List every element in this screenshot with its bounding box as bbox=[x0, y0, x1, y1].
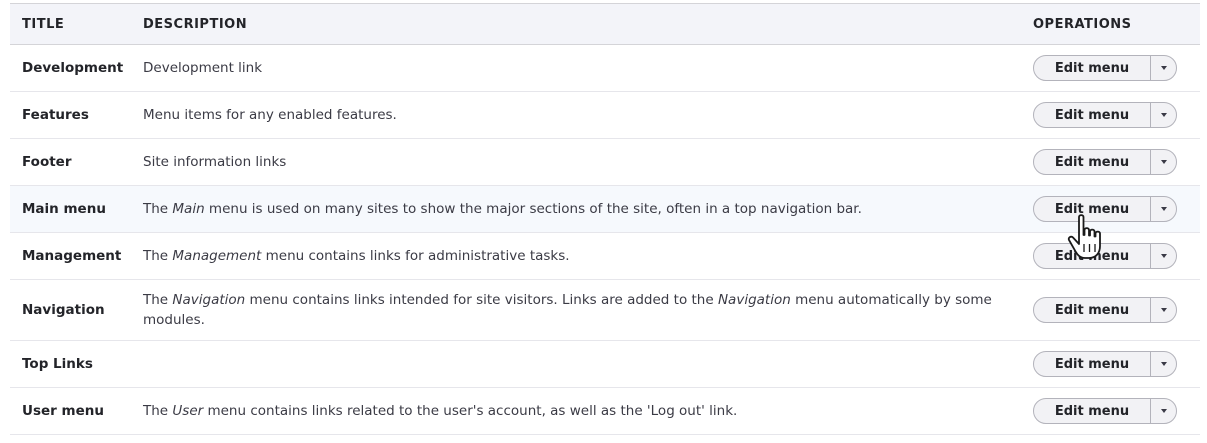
dropbutton-toggle[interactable] bbox=[1151, 197, 1176, 221]
edit-menu-dropbutton[interactable]: Edit menu bbox=[1033, 55, 1177, 81]
table-header: TITLE DESCRIPTION OPERATIONS bbox=[10, 3, 1200, 45]
edit-menu-dropbutton[interactable]: Edit menu bbox=[1033, 243, 1177, 269]
menu-title: User menu bbox=[22, 403, 104, 419]
menu-description: The User menu contains links related to … bbox=[131, 388, 1021, 435]
description-emphasis: User bbox=[172, 403, 204, 419]
menu-description: The Main menu is used on many sites to s… bbox=[131, 186, 1021, 233]
chevron-down-icon bbox=[1160, 362, 1167, 366]
edit-menu-button[interactable]: Edit menu bbox=[1034, 197, 1151, 221]
menu-title: Development bbox=[22, 60, 124, 76]
edit-menu-dropbutton[interactable]: Edit menu bbox=[1033, 398, 1177, 424]
chevron-down-icon bbox=[1160, 308, 1167, 312]
chevron-down-icon bbox=[1160, 207, 1167, 211]
menu-title: Navigation bbox=[22, 302, 105, 318]
dropbutton-toggle[interactable] bbox=[1151, 103, 1176, 127]
edit-menu-button[interactable]: Edit menu bbox=[1034, 399, 1151, 423]
column-header-description: DESCRIPTION bbox=[143, 16, 248, 32]
chevron-down-icon bbox=[1160, 66, 1167, 70]
chevron-down-icon bbox=[1160, 409, 1167, 413]
dropbutton-toggle[interactable] bbox=[1151, 150, 1176, 174]
edit-menu-button[interactable]: Edit menu bbox=[1034, 244, 1151, 268]
menu-description: Site information links bbox=[131, 139, 1021, 186]
menu-description: Development link bbox=[131, 45, 1021, 92]
description-emphasis: Navigation bbox=[172, 292, 246, 308]
menus-table: TITLE DESCRIPTION OPERATIONS Development… bbox=[10, 3, 1200, 435]
column-header-operations: OPERATIONS bbox=[1033, 16, 1132, 32]
edit-menu-button[interactable]: Edit menu bbox=[1034, 150, 1151, 174]
description-text: menu is used on many sites to show the m… bbox=[204, 201, 862, 217]
description-text: menu contains links for administrative t… bbox=[261, 248, 570, 264]
table-row: Navigation The Navigation menu contains l… bbox=[10, 280, 1200, 341]
description-text: The bbox=[143, 201, 173, 217]
table-row: Footer Site information links Edit menu bbox=[10, 139, 1200, 186]
menu-description: The Management menu contains links for a… bbox=[131, 233, 1021, 280]
operations-cell: Edit menu bbox=[1021, 92, 1200, 139]
chevron-down-icon bbox=[1160, 160, 1167, 164]
description-text: menu contains links intended for site vi… bbox=[245, 292, 718, 308]
dropbutton-toggle[interactable] bbox=[1151, 244, 1176, 268]
edit-menu-dropbutton[interactable]: Edit menu bbox=[1033, 297, 1177, 323]
menu-description: The Navigation menu contains links inten… bbox=[131, 280, 1021, 341]
description-emphasis: Management bbox=[172, 248, 262, 264]
dropbutton-toggle[interactable] bbox=[1151, 298, 1176, 322]
dropbutton-toggle[interactable] bbox=[1151, 352, 1176, 376]
operations-cell: Edit menu bbox=[1021, 341, 1200, 388]
description-text: Site information links bbox=[143, 154, 287, 170]
dropbutton-toggle[interactable] bbox=[1151, 56, 1176, 80]
edit-menu-button[interactable]: Edit menu bbox=[1034, 56, 1151, 80]
table-row: Management The Management menu contains l… bbox=[10, 233, 1200, 280]
operations-cell: Edit menu bbox=[1021, 139, 1200, 186]
menu-title: Main menu bbox=[22, 201, 106, 217]
table-row: Top Links Edit menu bbox=[10, 341, 1200, 388]
menu-description: Menu items for any enabled features. bbox=[131, 92, 1021, 139]
dropbutton-toggle[interactable] bbox=[1151, 399, 1176, 423]
edit-menu-dropbutton[interactable]: Edit menu bbox=[1033, 351, 1177, 377]
description-text: The bbox=[143, 403, 173, 419]
description-text: Development link bbox=[143, 60, 263, 76]
description-text: The bbox=[143, 248, 173, 264]
description-emphasis: Navigation bbox=[717, 292, 791, 308]
description-text: The bbox=[143, 292, 173, 308]
edit-menu-button[interactable]: Edit menu bbox=[1034, 298, 1151, 322]
menu-description bbox=[131, 341, 1021, 388]
table-row: User menu The User menu contains links re… bbox=[10, 388, 1200, 435]
table-row: Main menu The Main menu is used on many s… bbox=[10, 185, 1200, 233]
chevron-down-icon bbox=[1160, 254, 1167, 258]
menu-title: Management bbox=[22, 248, 122, 264]
menu-title: Top Links bbox=[22, 356, 93, 372]
description-text: Menu items for any enabled features. bbox=[143, 107, 397, 123]
table-row: Features Menu items for any enabled featu… bbox=[10, 92, 1200, 139]
operations-cell: Edit menu bbox=[1021, 233, 1200, 280]
edit-menu-button[interactable]: Edit menu bbox=[1034, 352, 1151, 376]
operations-cell: Edit menu bbox=[1021, 45, 1200, 92]
table-body: Development Development link Edit menu Feat… bbox=[10, 45, 1200, 435]
edit-menu-button[interactable]: Edit menu bbox=[1034, 103, 1151, 127]
description-text: menu contains links related to the user'… bbox=[203, 403, 738, 419]
description-emphasis: Main bbox=[172, 201, 205, 217]
operations-cell: Edit menu bbox=[1021, 186, 1200, 233]
menus-table-container: TITLE DESCRIPTION OPERATIONS Development… bbox=[10, 3, 1200, 435]
edit-menu-dropbutton[interactable]: Edit menu bbox=[1033, 196, 1177, 222]
operations-cell: Edit menu bbox=[1021, 388, 1200, 435]
chevron-down-icon bbox=[1160, 113, 1167, 117]
edit-menu-dropbutton[interactable]: Edit menu bbox=[1033, 149, 1177, 175]
menu-title: Features bbox=[22, 107, 89, 123]
edit-menu-dropbutton[interactable]: Edit menu bbox=[1033, 102, 1177, 128]
column-header-title[interactable]: TITLE bbox=[10, 4, 131, 45]
operations-cell: Edit menu bbox=[1021, 280, 1200, 341]
menu-title: Footer bbox=[22, 154, 72, 170]
table-row: Development Development link Edit menu bbox=[10, 45, 1200, 92]
